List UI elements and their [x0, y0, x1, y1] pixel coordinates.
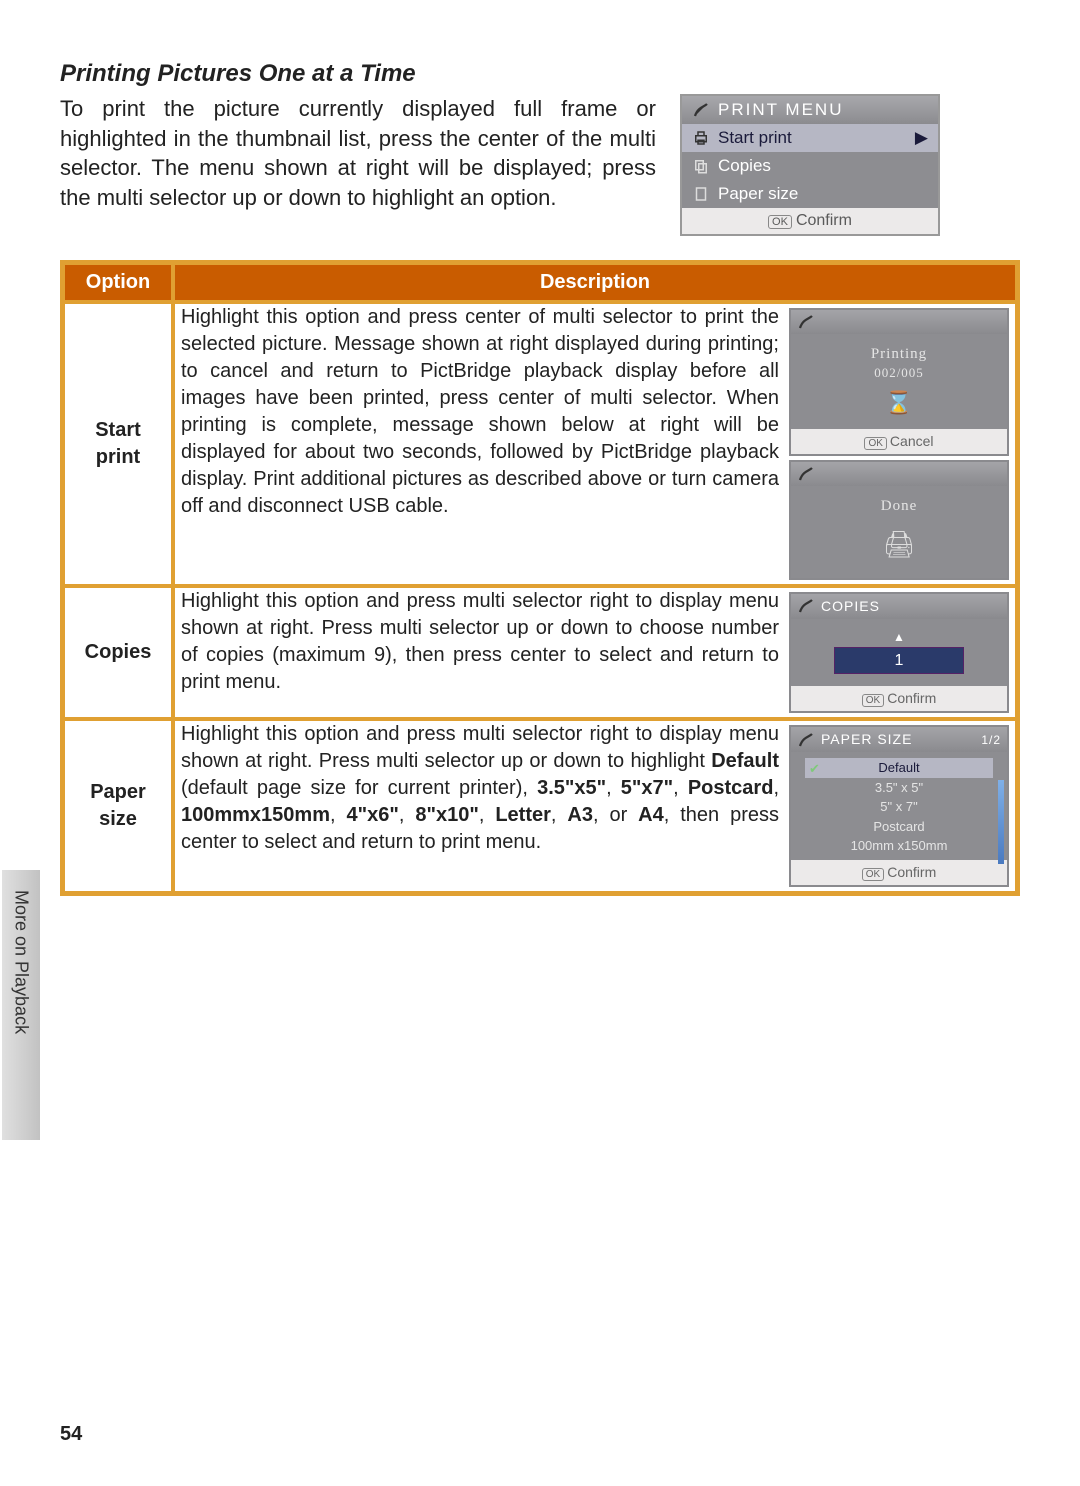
pictbridge-icon [797, 313, 815, 331]
pictbridge-icon [692, 101, 710, 119]
check-icon: ✔ [809, 760, 820, 778]
pictbridge-icon [797, 597, 815, 615]
paper-option[interactable]: 3.5" x 5" [791, 778, 1007, 798]
section-side-tab: More on Playback [2, 870, 40, 1140]
print-menu-screenshot: PRINT MENU Start print ▶ Copies Paper si… [680, 94, 940, 236]
pictbridge-icon [797, 731, 815, 749]
paper-option-default[interactable]: ✔Default [805, 758, 993, 778]
page-number: 54 [60, 1423, 82, 1446]
th-description: Description [173, 263, 1017, 302]
printing-progress-screen: Printing 002/005 ⌛ OKCancel [789, 308, 1009, 456]
options-table: Option Description Start print Highlight… [60, 260, 1020, 896]
copies-value: 1 [834, 647, 964, 675]
hourglass-icon: ⌛ [797, 388, 1001, 418]
printer-icon [692, 129, 710, 147]
th-option: Option [63, 263, 173, 302]
scrollbar[interactable] [998, 780, 1004, 864]
option-paper-size: Paper size [63, 719, 173, 893]
paper-option[interactable]: Postcard [791, 817, 1007, 837]
desc-paper-size: Highlight this option and press multi se… [181, 721, 789, 856]
printer-done-icon: 🖨 [797, 527, 1001, 562]
menu-item-copies[interactable]: Copies [682, 152, 938, 180]
paper-size-icon [692, 185, 710, 203]
option-copies: Copies [63, 586, 173, 720]
up-arrow-icon: ▲ [791, 629, 1007, 645]
menu-item-start-print[interactable]: Start print ▶ [682, 124, 938, 152]
pictbridge-icon [797, 465, 815, 483]
paper-option[interactable]: 5" x 7" [791, 797, 1007, 817]
paper-size-screen: PAPER SIZE1/2 ✔Default 3.5" x 5" 5" x 7"… [789, 725, 1009, 887]
desc-copies: Highlight this option and press multi se… [181, 588, 789, 696]
copies-icon [692, 157, 710, 175]
print-menu-confirm: OKConfirm [682, 208, 938, 234]
option-start-print: Start print [63, 302, 173, 586]
desc-start-print: Highlight this option and press center o… [181, 304, 789, 520]
print-menu-title: PRINT MENU [682, 96, 938, 124]
chevron-right-icon: ▶ [915, 128, 928, 148]
paper-option[interactable]: 100mm x150mm [791, 836, 1007, 856]
section-heading: Printing Pictures One at a Time [60, 60, 1020, 88]
intro-paragraph: To print the picture currently displayed… [60, 94, 680, 213]
menu-item-paper-size[interactable]: Paper size [682, 180, 938, 208]
printing-done-screen: Done 🖨 [789, 460, 1009, 579]
copies-screen: COPIES ▲ 1 OKConfirm [789, 592, 1009, 714]
